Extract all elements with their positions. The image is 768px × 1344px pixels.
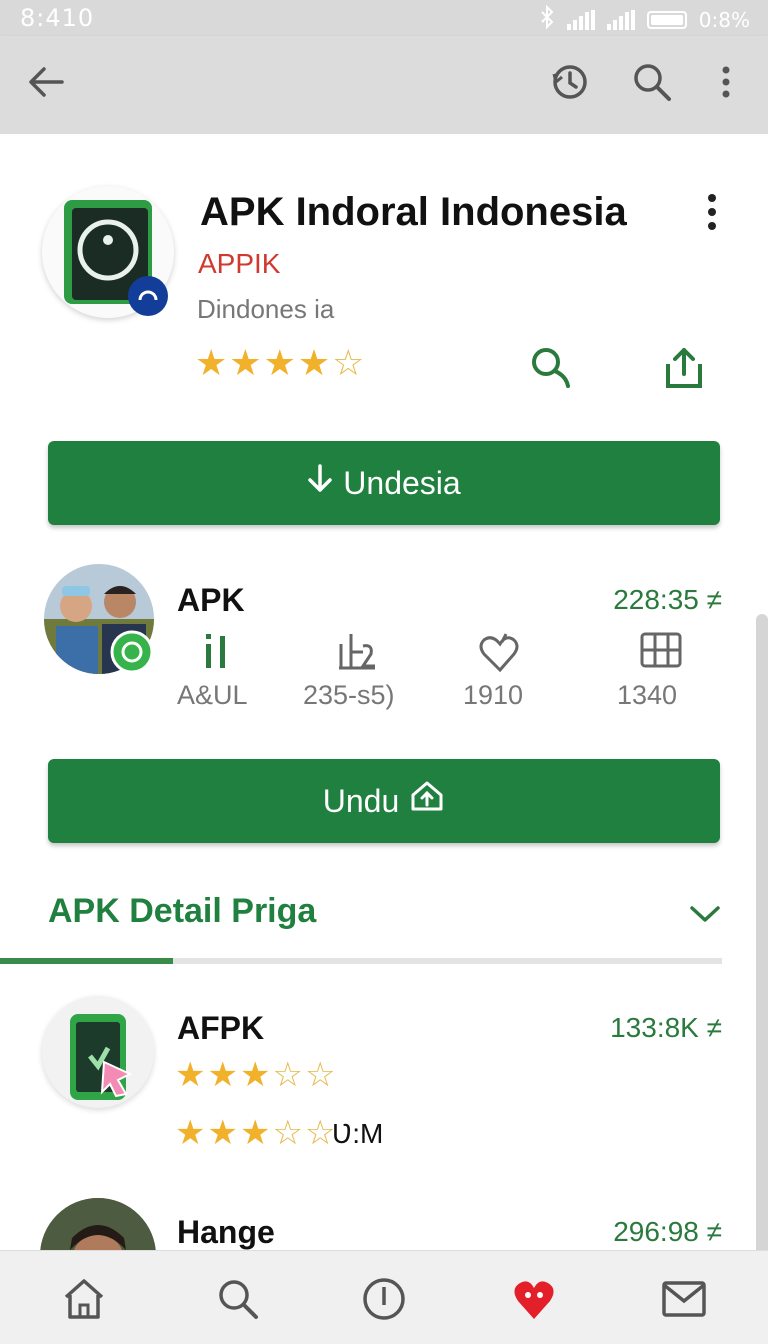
developer-name[interactable]: APPIK (198, 248, 280, 280)
featured-title[interactable]: APK (177, 582, 245, 619)
download-button[interactable]: Undesia (48, 441, 720, 525)
star-filled-icon: ★ (195, 343, 228, 384)
star-filled-icon: ★ (175, 1113, 206, 1153)
star-empty-icon: ☆ (272, 1113, 303, 1153)
home-icon[interactable] (60, 1275, 108, 1323)
app-details-card: APK Indoral Indonesia APPIK Dindones ia … (0, 134, 768, 1314)
search-icon[interactable] (630, 60, 674, 104)
app-icon[interactable] (42, 996, 154, 1108)
signal-icon (566, 9, 595, 30)
bars-icon (196, 630, 244, 674)
star-filled-icon: ★ (297, 343, 331, 384)
status-icons: 0:8% (539, 4, 750, 34)
search-icon[interactable] (528, 344, 576, 392)
star-filled-icon: ★ (263, 343, 296, 384)
heart-icon[interactable] (510, 1275, 558, 1323)
stat-value: 1910 (463, 680, 524, 710)
list-item-rating: ★ ★ ★ ☆ ☆ (175, 1116, 335, 1150)
top-app-bar (0, 36, 768, 134)
section-progress (0, 958, 722, 964)
mail-icon[interactable] (660, 1275, 708, 1323)
download-arrow-icon (307, 464, 333, 502)
section-title[interactable]: APK Detail Priga (48, 892, 316, 931)
chevron-down-icon[interactable] (688, 902, 722, 926)
battery-icon (646, 10, 687, 29)
status-bar: 8:410 0:8% (0, 0, 768, 36)
info-icon[interactable] (360, 1275, 408, 1323)
back-arrow-icon[interactable] (24, 60, 68, 104)
star-empty-icon: ☆ (304, 1055, 336, 1095)
history-icon[interactable] (548, 60, 592, 104)
star-filled-icon: ★ (239, 1113, 271, 1153)
list-item-title[interactable]: Hange (177, 1214, 275, 1251)
list-item-rating: ★ ★ ★ ☆ ☆ (175, 1058, 335, 1092)
battery-percent: 0:8% (698, 7, 750, 32)
star-filled-icon: ★ (207, 1055, 238, 1095)
more-vert-icon[interactable] (700, 192, 724, 232)
star-empty-icon: ☆ (332, 343, 365, 384)
undu-button-label: Undu (322, 782, 400, 819)
app-rating: ★ ★ ★ ★ ☆ (195, 346, 364, 382)
featured-price: 228:35 ≠ (613, 584, 722, 615)
chart-icon (333, 630, 381, 674)
grid-icon (638, 630, 686, 674)
status-time: 8:410 (20, 4, 95, 32)
undu-button[interactable]: Undu (48, 759, 720, 843)
star-empty-icon: ☆ (272, 1055, 303, 1095)
star-empty-icon: ☆ (304, 1113, 336, 1153)
stat-value: 235-s5) (303, 680, 395, 710)
scrollbar[interactable] (756, 614, 768, 1274)
share-icon[interactable] (660, 344, 708, 392)
avatar[interactable] (44, 564, 154, 674)
heart-icon (476, 630, 524, 674)
star-filled-icon: ★ (207, 1113, 238, 1153)
signal-icon (606, 9, 635, 30)
download-button-label: Undesia (343, 464, 461, 501)
stat-value: A&UL (177, 680, 248, 710)
app-title: APK Indoral Indonesia (200, 190, 627, 234)
stat-value: 1340 (617, 680, 678, 710)
star-filled-icon: ★ (239, 1055, 271, 1095)
bluetooth-icon (539, 4, 555, 34)
list-item-price: 133:8K ≠ (610, 1012, 722, 1043)
more-vert-icon[interactable] (706, 60, 746, 104)
list-item-title[interactable]: AFPK (177, 1010, 264, 1047)
star-filled-icon: ★ (229, 343, 262, 384)
app-subtitle: Dindones ia (197, 294, 335, 324)
app-icon (42, 186, 174, 318)
upload-home-icon (409, 781, 445, 821)
list-item-meta: Ʋ:M (332, 1118, 384, 1149)
star-filled-icon: ★ (175, 1055, 206, 1095)
search-icon[interactable] (214, 1275, 262, 1323)
list-item-price: 296:98 ≠ (613, 1216, 722, 1247)
bottom-navigation (0, 1250, 768, 1344)
